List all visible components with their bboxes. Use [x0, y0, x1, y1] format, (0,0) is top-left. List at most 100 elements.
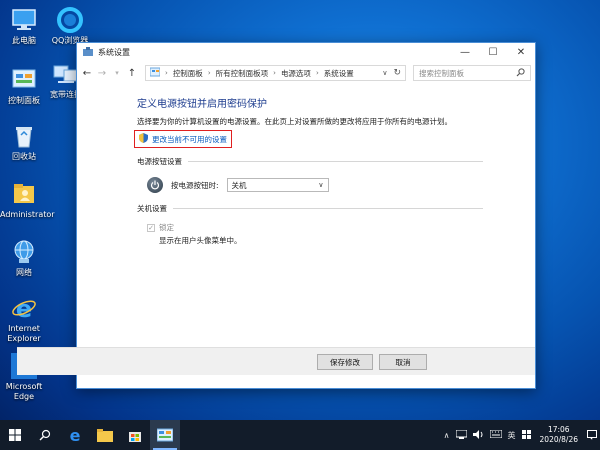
- desktop-icon-internet-explorer[interactable]: e Internet Explorer: [0, 294, 48, 344]
- address-row: ← → ▾ ↑ › 控制面板 › 所有控制面板项 › 电源选项 › 系统设置 ∨…: [77, 61, 535, 85]
- taskbar-control-panel-button[interactable]: [150, 420, 180, 450]
- store-bag-icon: [128, 428, 142, 442]
- desktop-icon-control-panel[interactable]: 控制面板: [0, 66, 48, 106]
- desktop-icon-label: 回收站: [0, 152, 48, 162]
- taskbar-store-button[interactable]: [120, 420, 150, 450]
- cancel-button[interactable]: 取消: [379, 354, 427, 370]
- select-value: 关机: [232, 180, 247, 191]
- chevron-right-icon: ›: [273, 69, 276, 77]
- desktop-icon-label: Administrator: [0, 210, 48, 220]
- desktop-icon-this-pc[interactable]: 此电脑: [0, 6, 48, 46]
- svg-text:e: e: [70, 427, 81, 443]
- settings-content: 定义电源按钮并启用密码保护 选择要为你的计算机设置的电源设置。在此页上对设置所做…: [77, 85, 535, 375]
- windows-logo-icon: [9, 429, 21, 441]
- section-title: 关机设置: [137, 203, 167, 214]
- back-arrow-icon[interactable]: ←: [81, 68, 93, 79]
- desktop-icon-label: Microsoft Edge: [0, 382, 48, 402]
- uac-shield-icon: [139, 133, 148, 145]
- recycle-bin-icon: [10, 122, 38, 150]
- shutdown-section-header: 关机设置: [137, 203, 483, 214]
- search-placeholder: 搜索控制面板: [419, 68, 464, 79]
- chevron-right-icon: ›: [316, 69, 319, 77]
- search-icon: [516, 68, 525, 79]
- system-tray: ∧ 英 17:06 2020/8/26: [441, 420, 600, 450]
- computer-icon: [10, 6, 38, 34]
- power-action-select[interactable]: 关机 ∨: [227, 178, 329, 192]
- desktop-icon-qq-browser[interactable]: QQ浏览器: [46, 6, 94, 46]
- start-button[interactable]: [0, 420, 30, 450]
- user-folder-icon: [10, 180, 38, 208]
- clock-time: 17:06: [540, 425, 578, 435]
- system-settings-window: 系统设置 — ☐ ✕ ← → ▾ ↑ › 控制面板 › 所有控制面板项 › 电源…: [76, 42, 536, 389]
- network-tray-icon[interactable]: [456, 430, 467, 441]
- up-arrow-icon[interactable]: ↑: [126, 68, 138, 79]
- desktop-icon-label: 控制面板: [0, 96, 48, 106]
- taskbar-clock[interactable]: 17:06 2020/8/26: [540, 425, 578, 445]
- power-button-section-header: 电源按钮设置: [137, 156, 483, 167]
- change-settings-label: 更改当前不可用的设置: [152, 134, 227, 145]
- search-icon: [39, 429, 51, 441]
- save-changes-button[interactable]: 保存修改: [317, 354, 373, 370]
- desktop-icon-label: 此电脑: [0, 36, 48, 46]
- lock-label: 锁定: [159, 222, 174, 233]
- notification-center-button[interactable]: [584, 420, 600, 450]
- desktop-icon-recycle-bin[interactable]: 回收站: [0, 122, 48, 162]
- change-unavailable-settings-link[interactable]: 更改当前不可用的设置: [134, 130, 232, 148]
- address-dropdown-icon[interactable]: ∨: [382, 69, 387, 77]
- edge-icon: e: [67, 427, 83, 443]
- breadcrumb-power-options[interactable]: 电源选项: [281, 68, 311, 79]
- chevron-right-icon: ›: [208, 69, 211, 77]
- desktop-icon-network[interactable]: 网络: [0, 238, 48, 278]
- clock-date: 2020/8/26: [540, 435, 578, 445]
- desktop-icon-administrator[interactable]: Administrator: [0, 180, 48, 220]
- power-button-icon: [147, 177, 163, 193]
- breadcrumb-system-settings[interactable]: 系统设置: [324, 68, 354, 79]
- chevron-right-icon: ›: [165, 69, 168, 77]
- internet-explorer-icon: e: [10, 294, 38, 322]
- recent-dropdown-icon[interactable]: ▾: [111, 69, 123, 77]
- window-titlebar[interactable]: 系统设置 — ☐ ✕: [77, 43, 535, 61]
- breadcrumb-all-items[interactable]: 所有控制面板项: [216, 68, 269, 79]
- address-bar[interactable]: › 控制面板 › 所有控制面板项 › 电源选项 › 系统设置 ∨ ↻: [145, 65, 406, 81]
- taskbar-edge-button[interactable]: e: [60, 420, 90, 450]
- ime-grid-icon[interactable]: [522, 430, 531, 441]
- refresh-icon[interactable]: ↻: [393, 68, 401, 78]
- page-title: 定义电源按钮并启用密码保护: [137, 95, 535, 110]
- folder-icon: [97, 428, 113, 442]
- forward-arrow-icon[interactable]: →: [96, 68, 108, 79]
- section-divider: [188, 161, 483, 162]
- maximize-button[interactable]: ☐: [479, 43, 507, 61]
- dialog-footer: 保存修改 取消: [17, 347, 535, 375]
- volume-icon[interactable]: [473, 430, 484, 441]
- qq-browser-icon: [56, 6, 84, 34]
- lock-checkbox[interactable]: ✓: [147, 224, 155, 232]
- network-globe-icon: [10, 238, 38, 266]
- close-button[interactable]: ✕: [507, 43, 535, 61]
- taskbar: e ∧ 英 17:06 2020/8/26: [0, 420, 600, 450]
- control-panel-small-icon: [150, 67, 160, 79]
- page-description: 选择要为你的计算机设置的电源设置。在此页上对设置所做的更改将应用于你所有的电源计…: [137, 116, 535, 127]
- power-button-setting-row: 按电源按钮时: 关机 ∨: [147, 177, 535, 193]
- section-title: 电源按钮设置: [137, 156, 182, 167]
- notification-icon: [587, 430, 597, 440]
- desktop-icon-label: 网络: [0, 268, 48, 278]
- power-options-icon: [83, 47, 93, 57]
- control-panel-icon: [157, 428, 173, 442]
- taskbar-search-button[interactable]: [30, 420, 60, 450]
- taskbar-file-explorer-button[interactable]: [90, 420, 120, 450]
- control-panel-icon: [10, 66, 38, 94]
- keyboard-icon[interactable]: [490, 430, 502, 440]
- window-title: 系统设置: [98, 47, 451, 58]
- lock-description: 显示在用户头像菜单中。: [159, 235, 535, 246]
- lock-option-row: ✓ 锁定: [147, 222, 535, 233]
- input-method-indicator[interactable]: 英: [508, 430, 516, 441]
- chevron-down-icon: ∨: [318, 181, 323, 189]
- section-divider: [173, 208, 483, 209]
- tray-overflow-icon[interactable]: ∧: [444, 431, 450, 440]
- minimize-button[interactable]: —: [451, 43, 479, 61]
- breadcrumb-control-panel[interactable]: 控制面板: [173, 68, 203, 79]
- search-input[interactable]: 搜索控制面板: [413, 65, 531, 81]
- desktop-icon-label: Internet Explorer: [0, 324, 48, 344]
- power-button-label: 按电源按钮时:: [171, 180, 219, 191]
- svg-text:e: e: [16, 295, 32, 322]
